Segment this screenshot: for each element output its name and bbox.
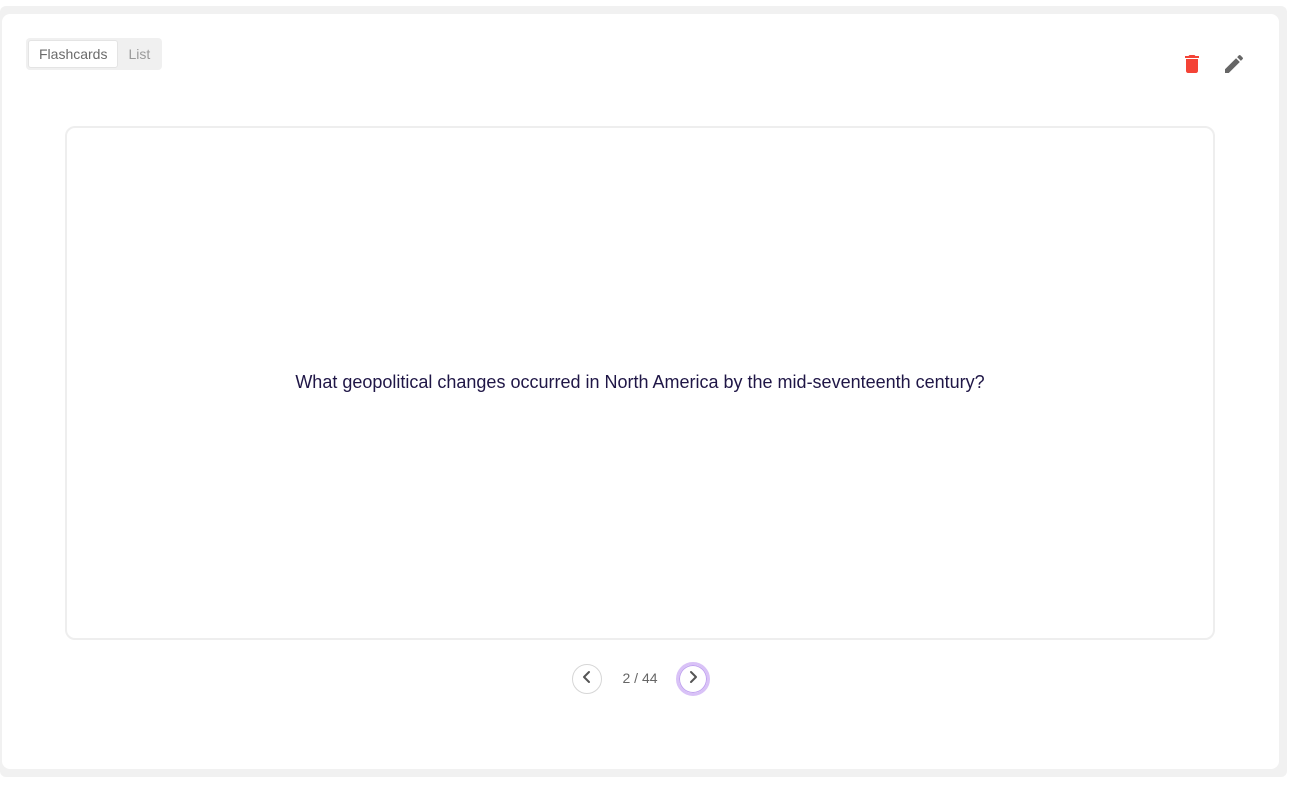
- toggle-list[interactable]: List: [118, 40, 160, 68]
- chevron-right-icon: [685, 669, 701, 690]
- edit-button[interactable]: [1222, 52, 1246, 76]
- pager: 2 / 44: [0, 662, 1295, 696]
- flashcard-question: What geopolitical changes occurred in No…: [295, 371, 985, 392]
- previous-card-button[interactable]: [572, 664, 602, 694]
- flashcard[interactable]: What geopolitical changes occurred in No…: [65, 126, 1215, 640]
- next-card-button[interactable]: [676, 662, 710, 696]
- toggle-flashcards[interactable]: Flashcards: [28, 40, 119, 68]
- pencil-icon: [1222, 52, 1246, 76]
- trash-icon: [1180, 52, 1204, 76]
- chevron-left-icon: [579, 669, 595, 690]
- view-toggle: Flashcards List: [26, 38, 163, 70]
- page-counter: 2 / 44: [622, 670, 658, 686]
- delete-button[interactable]: [1180, 52, 1204, 76]
